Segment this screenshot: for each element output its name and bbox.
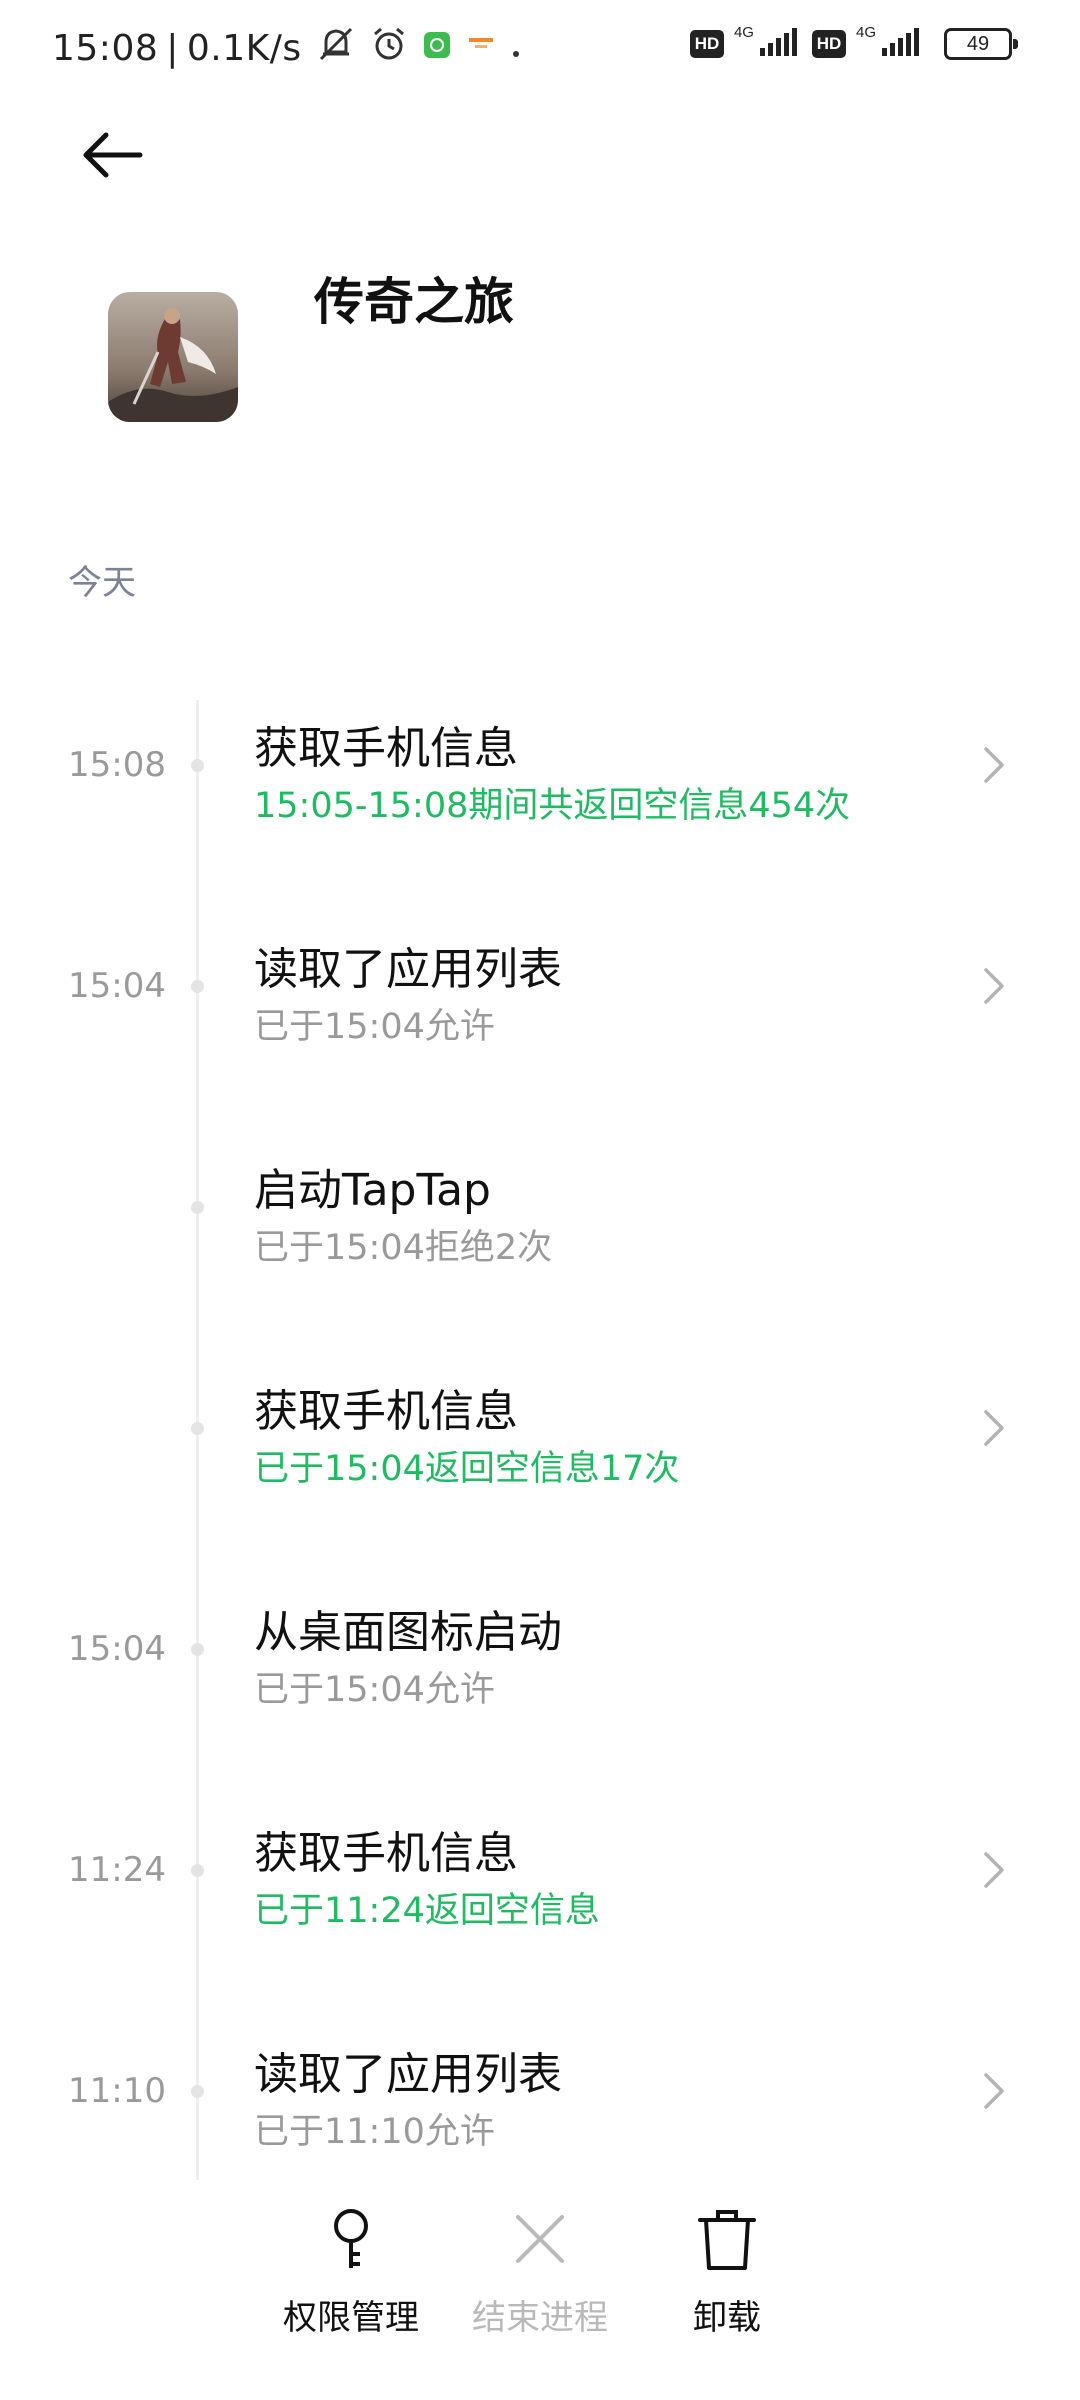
back-button[interactable] <box>70 115 160 195</box>
entry-subtitle: 已于11:10允许 <box>254 2112 495 2152</box>
entry-time: 11:10 <box>68 2071 166 2111</box>
chevron-right-icon <box>984 968 1004 1004</box>
status-right: HD 4G HD 4G 49 <box>689 23 1018 62</box>
app-name: 传奇之旅 <box>314 273 514 331</box>
timeline-dot <box>191 1864 204 1877</box>
mute-icon <box>316 26 356 71</box>
entry-subtitle: 已于15:04允许 <box>254 1670 495 1710</box>
uninstall-button[interactable]: 卸载 <box>627 2204 827 2339</box>
entry-title: 启动TapTap <box>254 1165 491 1216</box>
battery-level: 49 <box>966 33 990 55</box>
permissions-label: 权限管理 <box>283 2298 419 2338</box>
hd-badge-1: HD <box>689 30 724 58</box>
timeline-dot <box>191 980 204 993</box>
end-process-label: 结束进程 <box>472 2298 608 2338</box>
close-icon <box>516 2215 564 2263</box>
signal-icon-2 <box>880 26 924 62</box>
timeline-entry[interactable]: 11:24 获取手机信息 已于11:24返回空信息 <box>0 1790 1080 1950</box>
status-left: 15:08 | 0.1K/s <box>52 26 522 71</box>
battery-icon: 49 <box>944 28 1018 60</box>
chevron-right-icon <box>984 1852 1004 1888</box>
back-arrow-icon <box>83 132 143 178</box>
section-label-today: 今天 <box>68 563 136 603</box>
end-process-button[interactable]: 结束进程 <box>440 2204 640 2339</box>
entry-subtitle: 已于11:24返回空信息 <box>254 1891 600 1931</box>
entry-time: 11:24 <box>68 1850 166 1890</box>
network-type-2: 4G <box>855 23 876 41</box>
app-notification-icon-2 <box>466 28 496 69</box>
timeline-entry: 15:04 从桌面图标启动 已于15:04允许 <box>0 1569 1080 1729</box>
chevron-right-icon <box>984 2073 1004 2109</box>
entry-title: 获取手机信息 <box>254 1828 518 1879</box>
entry-title: 获取手机信息 <box>254 1386 518 1437</box>
timeline-entry[interactable]: 获取手机信息 已于15:04返回空信息17次 <box>0 1348 1080 1508</box>
chevron-right-icon <box>984 1410 1004 1446</box>
entry-time: 15:04 <box>68 1629 166 1669</box>
bottom-action-bar: 权限管理 结束进程 卸载 <box>0 2180 1080 2400</box>
timeline-dot <box>191 759 204 772</box>
permissions-button[interactable]: 权限管理 <box>251 2204 451 2339</box>
entry-subtitle: 已于15:04允许 <box>254 1007 495 1047</box>
entry-title: 从桌面图标启动 <box>254 1607 562 1658</box>
timeline-dot <box>191 2085 204 2098</box>
entry-subtitle: 已于15:04返回空信息17次 <box>254 1449 680 1489</box>
chevron-right-icon <box>984 747 1004 783</box>
signal-icon-1 <box>758 26 802 62</box>
timeline-dot <box>191 1201 204 1214</box>
timeline-entry[interactable]: 15:08 获取手机信息 15:05-15:08期间共返回空信息454次 <box>0 685 1080 845</box>
timeline-dot <box>191 1643 204 1656</box>
hd-badge-2: HD <box>811 30 846 58</box>
timeline-entry: 启动TapTap 已于15:04拒绝2次 <box>0 1127 1080 1287</box>
entry-time: 15:08 <box>68 745 166 785</box>
status-time: 15:08 <box>52 28 159 69</box>
uninstall-label: 卸载 <box>693 2298 761 2338</box>
entry-title: 读取了应用列表 <box>254 944 562 995</box>
timeline-entry[interactable]: 11:10 读取了应用列表 已于11:10允许 <box>0 2011 1080 2171</box>
network-speed: 0.1K/s <box>186 28 302 69</box>
more-notifications-dot <box>510 28 522 69</box>
timeline-dot <box>191 1422 204 1435</box>
key-icon <box>334 2209 368 2268</box>
timeline-entry[interactable]: 15:04 读取了应用列表 已于15:04允许 <box>0 906 1080 1066</box>
entry-subtitle: 15:05-15:08期间共返回空信息454次 <box>254 786 851 826</box>
entry-time: 15:04 <box>68 966 166 1006</box>
entry-title: 获取手机信息 <box>254 723 518 774</box>
status-separator: | <box>166 28 179 69</box>
alarm-icon <box>370 26 408 71</box>
entry-title: 读取了应用列表 <box>254 2049 562 2100</box>
app-notification-icon <box>422 28 452 69</box>
entry-subtitle: 已于15:04拒绝2次 <box>254 1228 553 1268</box>
status-bar: 15:08 | 0.1K/s HD 4G HD 4G 49 <box>0 0 1080 96</box>
trash-icon <box>698 2210 756 2270</box>
network-type-1: 4G <box>733 23 754 41</box>
app-icon <box>108 292 238 422</box>
